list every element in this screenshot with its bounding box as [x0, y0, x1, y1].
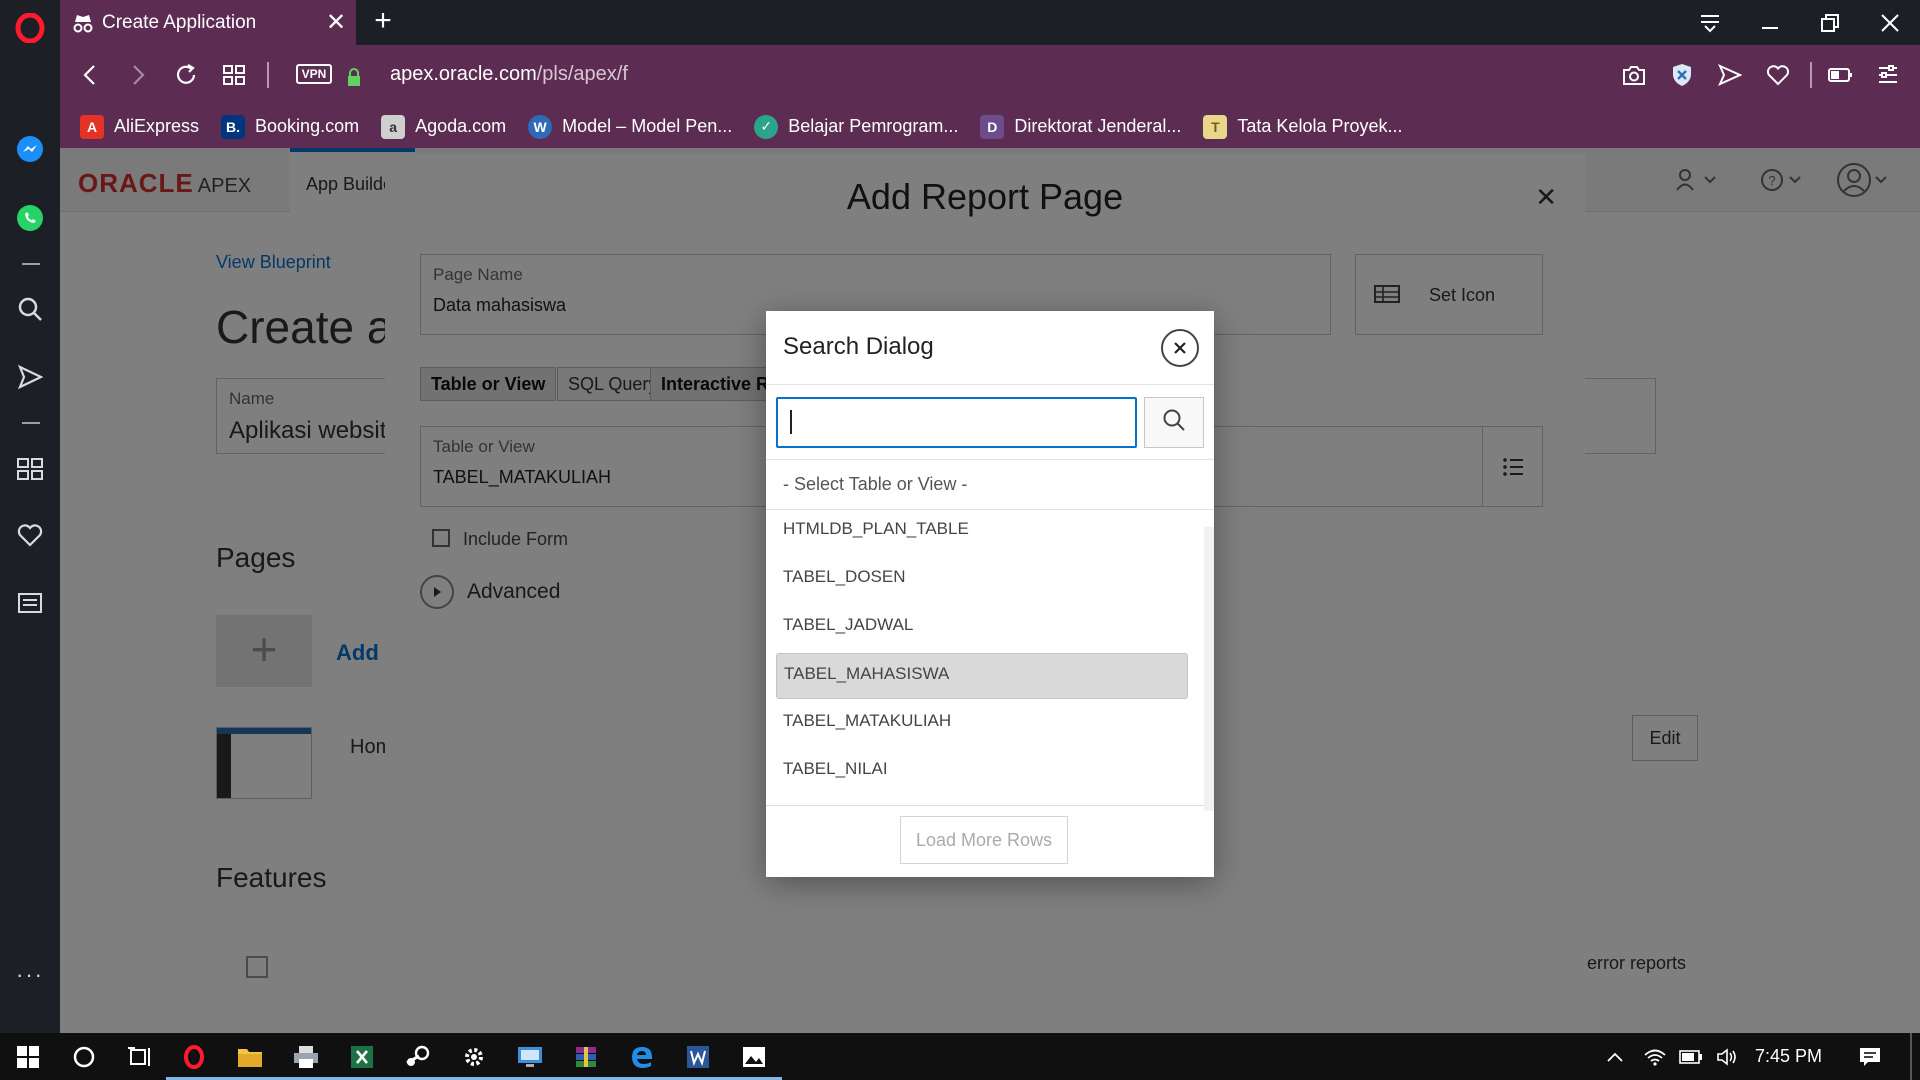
cortana-icon[interactable] — [56, 1033, 112, 1080]
flow-send-icon[interactable] — [0, 354, 60, 400]
search-icon — [1162, 408, 1186, 437]
more-icon[interactable]: ··· — [0, 952, 60, 998]
divider — [766, 509, 1214, 510]
show-hidden-icons-icon[interactable] — [1600, 1033, 1630, 1080]
tab-close-icon[interactable]: ✕ — [316, 8, 356, 37]
wordpress-icon: W — [528, 114, 553, 139]
address-separator — [1810, 62, 1812, 88]
steam-icon[interactable] — [390, 1033, 446, 1080]
send-icon[interactable] — [1712, 57, 1748, 93]
remote-desktop-icon[interactable] — [502, 1033, 558, 1080]
list-item[interactable]: HTMLDB_PLAN_TABLE — [776, 511, 1188, 555]
direktorat-icon: D — [980, 114, 1005, 139]
lock-icon[interactable] — [336, 59, 372, 95]
whatsapp-icon[interactable] — [0, 195, 60, 241]
null-option[interactable]: - Select Table or View - — [783, 474, 967, 495]
incognito-icon — [72, 12, 94, 34]
file-explorer-icon[interactable] — [222, 1033, 278, 1080]
edge-icon[interactable] — [614, 1033, 670, 1080]
word-icon[interactable] — [670, 1033, 726, 1080]
restore-icon[interactable] — [1800, 0, 1860, 45]
text-caret — [790, 410, 792, 434]
result-list: HTMLDB_PLAN_TABLE TABEL_DOSEN TABEL_JADW… — [766, 511, 1204, 805]
search-dialog: Search Dialog - Select Table or View - H… — [766, 311, 1214, 877]
search-button[interactable] — [1144, 397, 1204, 448]
tab-menu-icon[interactable] — [1680, 0, 1740, 45]
search-icon[interactable] — [0, 286, 60, 332]
tata-kelola-icon: T — [1203, 114, 1228, 139]
aliexpress-icon: A — [80, 114, 104, 139]
url-field[interactable]: apex.oracle.com/pls/apex/f — [390, 63, 628, 86]
new-tab-button[interactable]: + — [366, 6, 400, 40]
excel-icon[interactable] — [334, 1033, 390, 1080]
action-center-icon[interactable] — [1850, 1033, 1890, 1080]
belajar-icon: ✓ — [754, 114, 779, 139]
tab-bar: Create Application ✕ + — [60, 0, 1920, 45]
address-bar: VPN apex.oracle.com/pls/apex/f — [60, 45, 1920, 105]
close-window-icon[interactable] — [1860, 0, 1920, 45]
printer-icon[interactable] — [278, 1033, 334, 1080]
close-icon[interactable] — [1161, 329, 1199, 367]
back-icon[interactable] — [72, 57, 108, 93]
taskbar-clock[interactable]: 7:45 PM — [1755, 1033, 1822, 1080]
wifi-icon[interactable] — [1638, 1033, 1672, 1080]
bookmark-agoda[interactable]: a Agoda.com — [381, 114, 506, 139]
scrollbar[interactable] — [1204, 527, 1214, 811]
adblock-shield-icon[interactable] — [1664, 57, 1700, 93]
snapshot-icon[interactable] — [1616, 57, 1652, 93]
reload-icon[interactable] — [168, 57, 204, 93]
agoda-icon: a — [381, 114, 406, 139]
list-item[interactable]: TABEL_JADWAL — [776, 605, 1188, 651]
windows-taskbar: 7:45 PM — [0, 1033, 1920, 1080]
load-more-rows-button[interactable]: Load More Rows — [900, 816, 1068, 864]
divider — [766, 805, 1204, 806]
bookmark-belajar[interactable]: ✓ Belajar Pemrogram... — [754, 114, 958, 139]
heart-icon[interactable] — [0, 512, 60, 558]
news-icon[interactable] — [0, 580, 60, 626]
speed-dial-icon[interactable] — [0, 446, 60, 492]
tabs-grid-icon[interactable] — [216, 57, 252, 93]
battery-saver-icon[interactable] — [1822, 57, 1858, 93]
windows-start-icon[interactable] — [0, 1033, 56, 1080]
opera-icon[interactable] — [166, 1033, 222, 1080]
tab-create-application[interactable]: Create Application ✕ — [60, 0, 356, 45]
volume-icon[interactable] — [1710, 1033, 1744, 1080]
bookmark-booking[interactable]: B. Booking.com — [221, 114, 359, 139]
web-viewport: ORACLEAPEX App Builder ? View Blueprint … — [60, 148, 1920, 1033]
battery-icon[interactable] — [1674, 1033, 1708, 1080]
divider — [766, 384, 1214, 385]
winrar-icon[interactable] — [558, 1033, 614, 1080]
list-item[interactable]: TABEL_MATAKULIAH — [776, 701, 1188, 747]
easy-setup-icon[interactable] — [1870, 57, 1906, 93]
minimize-icon[interactable] — [1740, 0, 1800, 45]
bookmark-model-pen[interactable]: W Model – Model Pen... — [528, 114, 732, 139]
address-separator — [267, 62, 269, 88]
sidebar-separator — [22, 422, 40, 424]
list-item[interactable]: TABEL_NILAI — [776, 749, 1188, 795]
vpn-badge[interactable]: VPN — [296, 64, 332, 84]
search-input[interactable] — [776, 397, 1137, 448]
sidebar-separator — [22, 263, 40, 265]
show-desktop-button[interactable] — [1910, 1033, 1912, 1080]
bookmark-tata-kelola[interactable]: T Tata Kelola Proyek... — [1203, 114, 1403, 139]
booking-icon: B. — [221, 114, 246, 139]
bookmarks-bar: A AliExpress B. Booking.com a Agoda.com W Mo… — [60, 105, 1920, 148]
list-item[interactable]: TABEL_DOSEN — [776, 557, 1188, 603]
photos-icon[interactable] — [726, 1033, 782, 1080]
task-view-icon[interactable] — [112, 1033, 168, 1080]
forward-icon[interactable] — [120, 57, 156, 93]
search-dialog-title: Search Dialog — [783, 333, 934, 360]
opera-logo-icon[interactable] — [0, 5, 60, 51]
settings-icon[interactable] — [446, 1033, 502, 1080]
divider — [766, 459, 1214, 460]
messenger-icon[interactable] — [0, 126, 60, 172]
bookmark-direktorat[interactable]: D Direktorat Jenderal... — [980, 114, 1181, 139]
list-item-highlighted[interactable]: TABEL_MAHASISWA — [776, 653, 1188, 699]
opera-sidebar: ··· — [0, 0, 60, 1033]
bookmark-heart-icon[interactable] — [1760, 57, 1796, 93]
bookmark-aliexpress[interactable]: A AliExpress — [80, 114, 199, 139]
tab-title: Create Application — [102, 11, 257, 33]
